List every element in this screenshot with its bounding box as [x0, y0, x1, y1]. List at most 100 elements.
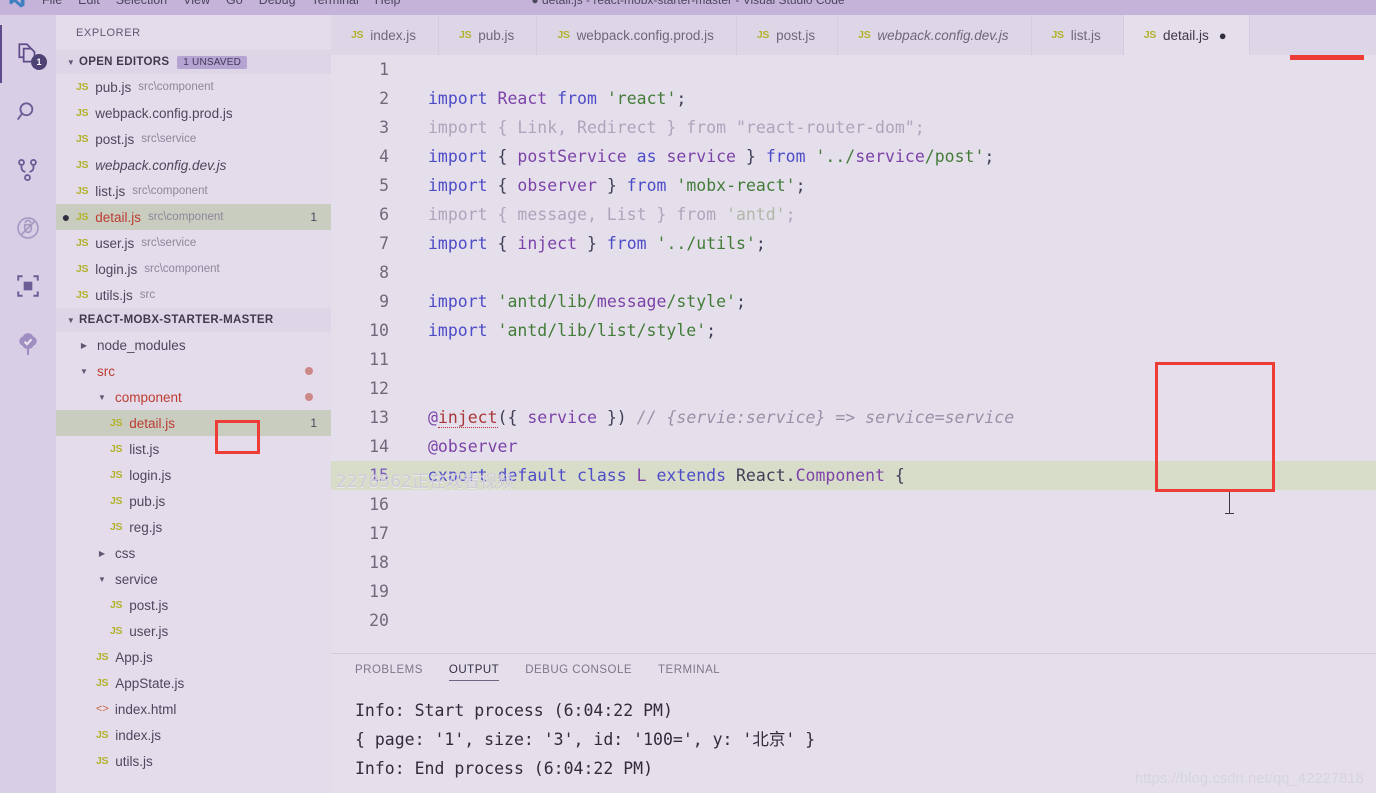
code-line[interactable]: 4 import { postService as service } from … [331, 142, 1376, 171]
tree-folder-row[interactable]: ▼ service [56, 566, 331, 592]
chevron-down-icon[interactable]: ▼ [63, 316, 79, 325]
js-file-icon: JS [110, 521, 123, 533]
sidebar-explorer[interactable]: EXPLORER ▼ OPEN EDITORS 1 UNSAVED JS pub.… [56, 15, 331, 793]
menu-terminal[interactable]: Terminal [312, 0, 359, 7]
code-lines[interactable]: 1 2 import React from 'react'; 3 import { Li… [331, 55, 1376, 635]
tree-file-name: App.js [115, 649, 153, 665]
project-label: REACT-MOBX-STARTER-MASTER [79, 314, 274, 326]
open-editor-item[interactable]: JS post.js src\service [56, 126, 331, 152]
menu-view[interactable]: View [183, 0, 210, 7]
tree-file-row[interactable]: JS detail.js 1 [56, 410, 331, 436]
tree-file-row[interactable]: JS list.js [56, 436, 331, 462]
activity-item-debug[interactable] [0, 199, 56, 257]
tree-file-row[interactable]: JS App.js [56, 644, 331, 670]
code-line[interactable]: 20 [331, 606, 1376, 635]
editor-tab[interactable]: JS webpack.config.prod.js [537, 15, 737, 55]
chevron-right-icon[interactable]: ▶ [76, 341, 92, 350]
open-editor-item[interactable]: JS utils.js src [56, 282, 331, 308]
menu-selection[interactable]: Selection [116, 0, 167, 7]
activity-item-source-control[interactable] [0, 141, 56, 199]
editor-tab[interactable]: JS detail.js ● [1123, 15, 1250, 55]
open-editor-item[interactable]: JS webpack.config.prod.js [56, 100, 331, 126]
code-line[interactable]: 17 [331, 519, 1376, 548]
code-line[interactable]: 2 import React from 'react'; [331, 84, 1376, 113]
activity-item-test-explorer[interactable] [0, 315, 56, 373]
activity-bar[interactable]: 1 [0, 15, 56, 793]
editor-tab[interactable]: JS pub.js [439, 15, 538, 55]
tree-folder-row[interactable]: ▶ node_modules [56, 332, 331, 358]
chevron-down-icon[interactable]: ▼ [94, 393, 110, 402]
code-line[interactable]: 11 [331, 345, 1376, 374]
chevron-down-icon[interactable]: ▼ [76, 367, 92, 376]
editor-tab[interactable]: JS webpack.config.dev.js [838, 15, 1032, 55]
js-file-icon: JS [96, 755, 109, 767]
open-editor-item[interactable]: JS login.js src\component [56, 256, 331, 282]
code-line[interactable]: 19 [331, 577, 1376, 606]
tree-file-row[interactable]: JS pub.js [56, 488, 331, 514]
code-line[interactable]: 8 [331, 258, 1376, 287]
activity-item-search[interactable] [0, 83, 56, 141]
code-line[interactable]: 6 import { message, List } from 'antd'; [331, 200, 1376, 229]
tree-file-row[interactable]: JS index.js [56, 722, 331, 748]
tree-file-row[interactable]: JS utils.js [56, 748, 331, 774]
js-file-icon: JS [110, 599, 123, 611]
open-editor-item[interactable]: JS user.js src\service [56, 230, 331, 256]
code-line[interactable]: 3 import { Link, Redirect } from "react-r… [331, 113, 1376, 142]
panel-tab[interactable]: TERMINAL [658, 664, 720, 681]
code-line[interactable]: 9 import 'antd/lib/message/style'; [331, 287, 1376, 316]
js-file-icon: JS [1051, 29, 1065, 41]
panel-tab[interactable]: OUTPUT [448, 664, 500, 681]
section-open-editors[interactable]: ▼ OPEN EDITORS 1 UNSAVED [56, 50, 331, 74]
editor-tab[interactable]: JS list.js [1031, 15, 1124, 55]
tree-file-row[interactable]: JS reg.js [56, 514, 331, 540]
editor-tab[interactable]: JS post.js [736, 15, 839, 55]
tree-file-row[interactable]: JS user.js [56, 618, 331, 644]
line-number: 20 [369, 611, 389, 630]
project-file-tree[interactable]: ▶ node_modules ▼ src ▼ component JS detail.js 1 J… [56, 332, 331, 774]
menu-file[interactable]: File [42, 0, 62, 7]
chevron-right-icon[interactable]: ▶ [94, 549, 110, 558]
code-line[interactable]: 18 [331, 548, 1376, 577]
open-editor-item[interactable]: JS webpack.config.dev.js [56, 152, 331, 178]
panel-tab[interactable]: PROBLEMS [355, 664, 423, 681]
tree-folder-row[interactable]: ▼ src [56, 358, 331, 384]
code-line[interactable]: 1 [331, 55, 1376, 84]
tree-folder-row[interactable]: ▶ css [56, 540, 331, 566]
activity-item-explorer[interactable]: 1 [0, 25, 56, 83]
js-file-icon: JS [96, 729, 109, 741]
tree-file-row[interactable]: <> index.html [56, 696, 331, 722]
editor-tab[interactable]: JS index.js [331, 15, 440, 55]
open-editor-item[interactable]: ● JS detail.js src\component 1 [56, 204, 331, 230]
chevron-down-icon[interactable]: ▼ [63, 58, 79, 67]
code-line[interactable]: 14 @observer [331, 432, 1376, 461]
code-line[interactable]: 7 import { inject } from '../utils'; [331, 229, 1376, 258]
tree-file-row[interactable]: JS post.js [56, 592, 331, 618]
menu-debug[interactable]: Debug [259, 0, 296, 7]
menu-go[interactable]: Go [226, 0, 243, 7]
menu-bar[interactable]: File Edit Selection View Go Debug Termin… [34, 0, 401, 7]
tree-file-row[interactable]: JS login.js [56, 462, 331, 488]
tree-file-row[interactable]: JS AppState.js [56, 670, 331, 696]
code-line[interactable]: 5 import { observer } from 'mobx-react'; [331, 171, 1376, 200]
code-editor[interactable]: 1 2 import React from 'react'; 3 import { Li… [331, 55, 1376, 653]
code-text: import { message, List } from 'antd'; [428, 205, 796, 224]
tree-file-name: AppState.js [115, 675, 185, 691]
chevron-down-icon[interactable]: ▼ [94, 575, 110, 584]
code-line[interactable]: 16 [331, 490, 1376, 519]
activity-item-extensions[interactable] [0, 257, 56, 315]
panel-tab[interactable]: DEBUG CONSOLE [525, 664, 632, 681]
open-editor-item[interactable]: JS list.js src\component [56, 178, 331, 204]
panel-tab-bar[interactable]: PROBLEMS OUTPUT DEBUG CONSOLE TERMINAL [331, 654, 1376, 690]
code-line[interactable]: 12 [331, 374, 1376, 403]
menu-help[interactable]: Help [375, 0, 401, 7]
editor-tab-bar[interactable]: JS index.js JS pub.js JS webpack.config.prod.… [331, 15, 1376, 55]
section-project[interactable]: ▼ REACT-MOBX-STARTER-MASTER [56, 308, 331, 332]
open-editor-item[interactable]: JS pub.js src\component [56, 74, 331, 100]
menu-edit[interactable]: Edit [78, 0, 100, 7]
code-line[interactable]: 13 @inject({ service }) // {servie:servic… [331, 403, 1376, 432]
code-line[interactable]: 10 import 'antd/lib/list/style'; [331, 316, 1376, 345]
tree-folder-row[interactable]: ▼ component [56, 384, 331, 410]
open-editor-path: src\service [141, 237, 197, 249]
open-editors-list[interactable]: JS pub.js src\component JS webpack.config.pr… [56, 74, 331, 308]
dirty-dot-icon[interactable]: ● [1219, 29, 1227, 42]
